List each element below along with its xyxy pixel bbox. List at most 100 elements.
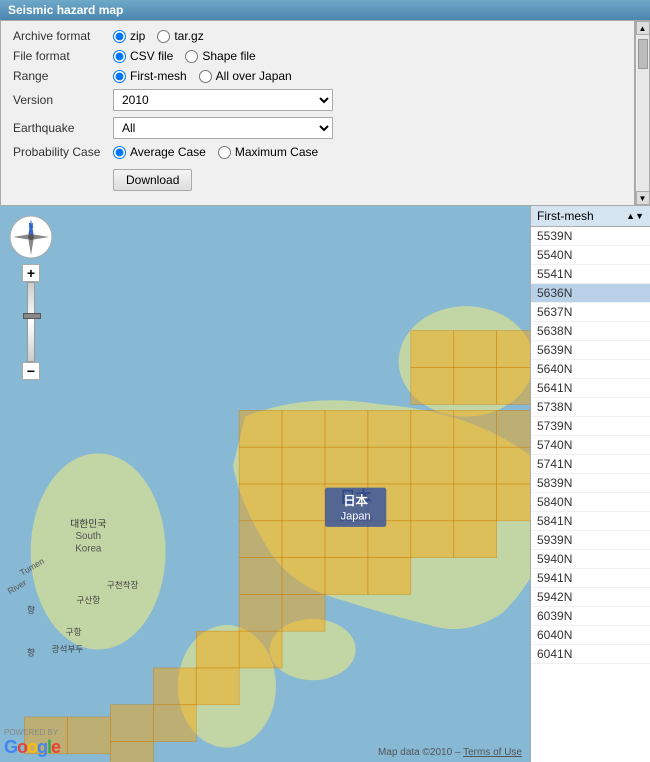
svg-text:구항: 구항 — [66, 627, 82, 637]
file-shape-radio[interactable] — [185, 50, 198, 63]
prob-average-label[interactable]: Average Case — [113, 145, 206, 159]
prob-maximum-radio[interactable] — [218, 146, 231, 159]
archive-targz-radio[interactable] — [157, 30, 170, 43]
prob-maximum-label[interactable]: Maximum Case — [218, 145, 318, 159]
google-logo-area: POWERED BY Google — [4, 728, 60, 758]
probability-case-label: Probability Case — [13, 145, 113, 159]
range-row: Range First-mesh All over Japan — [13, 69, 625, 83]
download-row: Download — [13, 165, 625, 191]
svg-text:향: 향 — [27, 605, 35, 615]
mesh-list-item[interactable]: 5939N — [531, 531, 650, 550]
mesh-list-item[interactable]: 5940N — [531, 550, 650, 569]
title-label: Seismic hazard map — [8, 3, 123, 17]
mesh-list-item[interactable]: 5541N — [531, 265, 650, 284]
mesh-list-header-label: First-mesh — [537, 209, 594, 223]
svg-text:구산항: 구산항 — [76, 595, 100, 605]
mesh-list-item[interactable]: 5841N — [531, 512, 650, 531]
zoom-in-button[interactable]: + — [22, 264, 40, 282]
mesh-list-item[interactable]: 6039N — [531, 607, 650, 626]
mesh-list-item[interactable]: 5638N — [531, 322, 650, 341]
range-firstmesh-label[interactable]: First-mesh — [113, 69, 187, 83]
svg-text:日本: 日本 — [343, 493, 368, 508]
svg-text:N: N — [28, 223, 33, 230]
svg-text:광석부두: 광석부두 — [52, 643, 84, 654]
scrollbar-up-arrow[interactable]: ▲ — [636, 21, 650, 35]
mesh-list-item[interactable]: 5637N — [531, 303, 650, 322]
mesh-list-item[interactable]: 5641N — [531, 379, 650, 398]
earthquake-row: Earthquake All — [13, 117, 625, 139]
app-container: Seismic hazard map Archive format zip ta… — [0, 0, 650, 762]
archive-targz-label[interactable]: tar.gz — [157, 29, 203, 43]
earthquake-select[interactable]: All — [113, 117, 333, 139]
svg-text:Japan: Japan — [341, 511, 371, 523]
download-button[interactable]: Download — [113, 169, 192, 191]
map-area[interactable]: 日本 Japan 日本 Japan 대한민국 South Korea 구천착장 … — [0, 206, 650, 762]
title-bar: Seismic hazard map — [0, 0, 650, 20]
file-format-controls: CSV file Shape file — [113, 49, 256, 63]
mesh-list-item[interactable]: 5840N — [531, 493, 650, 512]
prob-maximum-text: Maximum Case — [235, 145, 318, 159]
mesh-list-item[interactable]: 5640N — [531, 360, 650, 379]
zoom-controls: + − — [22, 264, 40, 380]
version-controls: 2010 2009 2008 — [113, 89, 333, 111]
file-shape-text: Shape file — [202, 49, 255, 63]
earthquake-label: Earthquake — [13, 121, 113, 135]
mesh-list-item[interactable]: 6040N — [531, 626, 650, 645]
archive-format-label: Archive format — [13, 29, 113, 43]
earthquake-controls: All — [113, 117, 333, 139]
mesh-list-item[interactable]: 5942N — [531, 588, 650, 607]
attribution-separator: – — [455, 747, 463, 758]
archive-format-controls: zip tar.gz — [113, 29, 204, 43]
file-csv-label[interactable]: CSV file — [113, 49, 173, 63]
mesh-list-scroll[interactable]: 5539N5540N5541N5636N5637N5638N5639N5640N… — [531, 227, 650, 762]
zoom-slider-thumb[interactable] — [23, 313, 41, 319]
scrollbar-track[interactable] — [637, 35, 649, 191]
file-format-label: File format — [13, 49, 113, 63]
mesh-list-item[interactable]: 5941N — [531, 569, 650, 588]
file-shape-label[interactable]: Shape file — [185, 49, 255, 63]
svg-text:Korea: Korea — [75, 543, 102, 554]
file-csv-radio[interactable] — [113, 50, 126, 63]
mesh-list-item[interactable]: 5540N — [531, 246, 650, 265]
mesh-list-header: First-mesh ▲▼ — [531, 206, 650, 227]
terms-of-use-link[interactable]: Terms of Use — [463, 747, 522, 758]
archive-zip-radio[interactable] — [113, 30, 126, 43]
map-data-text: Map data ©2010 — [378, 747, 452, 758]
mesh-list-item[interactable]: 5741N — [531, 455, 650, 474]
mesh-list-item[interactable]: 5738N — [531, 398, 650, 417]
mesh-list-panel: First-mesh ▲▼ 5539N5540N5541N5636N5637N5… — [530, 206, 650, 762]
mesh-list-item[interactable]: 5739N — [531, 417, 650, 436]
mesh-list-item[interactable]: 5839N — [531, 474, 650, 493]
version-label: Version — [13, 93, 113, 107]
prob-average-text: Average Case — [130, 145, 206, 159]
map-attribution: Map data ©2010 – Terms of Use — [378, 747, 522, 758]
scrollbar-down-arrow[interactable]: ▼ — [636, 191, 650, 205]
range-controls: First-mesh All over Japan — [113, 69, 292, 83]
mesh-list-item[interactable]: 5539N — [531, 227, 650, 246]
version-select[interactable]: 2010 2009 2008 — [113, 89, 333, 111]
file-csv-text: CSV file — [130, 49, 173, 63]
file-format-row: File format CSV file Shape file — [13, 49, 625, 63]
controls-panel: Archive format zip tar.gz File format CS… — [0, 20, 650, 206]
svg-text:South: South — [75, 531, 101, 542]
archive-zip-text: zip — [130, 29, 145, 43]
controls-scrollbar[interactable]: ▲ ▼ — [635, 21, 649, 205]
zoom-slider-track[interactable] — [27, 282, 35, 362]
zoom-out-button[interactable]: − — [22, 362, 40, 380]
prob-average-radio[interactable] — [113, 146, 126, 159]
svg-text:향: 향 — [27, 648, 35, 658]
probability-case-controls: Average Case Maximum Case — [113, 145, 318, 159]
range-label: Range — [13, 69, 113, 83]
mesh-list-item[interactable]: 6041N — [531, 645, 650, 664]
version-row: Version 2010 2009 2008 — [13, 89, 625, 111]
archive-zip-label[interactable]: zip — [113, 29, 145, 43]
mesh-list-item[interactable]: 5639N — [531, 341, 650, 360]
mesh-list-item[interactable]: 5636N — [531, 284, 650, 303]
mesh-list-item[interactable]: 5740N — [531, 436, 650, 455]
range-firstmesh-radio[interactable] — [113, 70, 126, 83]
range-alljapan-label[interactable]: All over Japan — [199, 69, 292, 83]
scrollbar-thumb[interactable] — [638, 39, 648, 69]
probability-case-row: Probability Case Average Case Maximum Ca… — [13, 145, 625, 159]
powered-by-text: POWERED BY — [4, 728, 60, 737]
range-alljapan-radio[interactable] — [199, 70, 212, 83]
